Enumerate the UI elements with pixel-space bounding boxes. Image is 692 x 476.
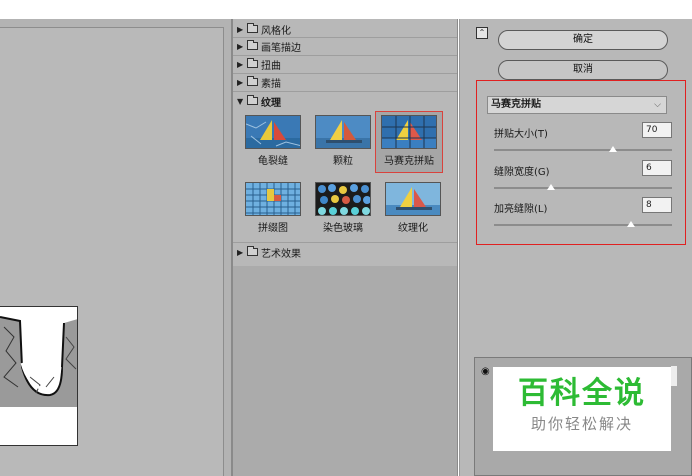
- filter-select-value: 马赛克拼贴: [491, 99, 541, 110]
- folder-icon: [247, 76, 258, 86]
- thumb-image: [315, 115, 371, 149]
- category-label: 素描: [261, 78, 281, 90]
- filter-thumb-patchwork[interactable]: 拼缀图: [239, 182, 307, 234]
- slider-track[interactable]: [494, 187, 672, 189]
- folder-icon: [247, 23, 258, 33]
- param-lighten-grout: 加亮缝隙(L) 8: [494, 197, 674, 227]
- folder-icon: [247, 58, 258, 68]
- collapse-arrow-icon: ▼: [237, 96, 244, 106]
- category-stylize[interactable]: ▶ 风格化: [237, 22, 452, 37]
- scrollbar[interactable]: [671, 366, 677, 386]
- filter-settings-box: 马赛克拼贴 ⌵ 拼贴大小(T) 70 缝隙宽度(G) 6 加亮缝隙(L) 8: [476, 80, 686, 245]
- param-value-input[interactable]: 70: [642, 122, 672, 138]
- preview-image: [0, 306, 78, 446]
- expand-arrow-icon: ▶: [237, 59, 244, 69]
- filter-thumb-craquelure[interactable]: 龟裂缝: [239, 115, 307, 167]
- expand-arrow-icon: ▶: [237, 77, 244, 87]
- watermark: 百科全说 助你轻松解决: [493, 367, 671, 451]
- category-label: 画笔描边: [261, 42, 301, 54]
- thumb-image: [245, 115, 301, 149]
- folder-open-icon: [247, 95, 258, 105]
- filter-gallery: ▶ 风格化 ▶ 画笔描边 ▶ 扭曲 ▶ 素描 ▼ 纹理 龟裂缝 颗粒 马赛克拼贴…: [232, 19, 458, 476]
- filter-thumb-stained-glass[interactable]: 染色玻璃: [309, 182, 377, 234]
- filter-thumb-mosaic-tiles[interactable]: 马赛克拼贴: [375, 111, 443, 173]
- slider-knob[interactable]: [546, 184, 555, 190]
- category-sketch[interactable]: ▶ 素描: [237, 75, 452, 90]
- slider-track[interactable]: [494, 149, 672, 151]
- expand-arrow-icon: ▶: [237, 247, 244, 257]
- expand-arrow-icon: ▶: [237, 41, 244, 51]
- thumb-label: 纹理化: [398, 223, 428, 234]
- chevron-down-icon: ⌵: [654, 100, 661, 110]
- thumb-image: [385, 182, 441, 216]
- divider: [233, 242, 457, 243]
- category-label: 扭曲: [261, 60, 281, 72]
- param-value-input[interactable]: 8: [642, 197, 672, 213]
- folder-icon: [247, 246, 258, 256]
- thumb-image: [381, 115, 437, 149]
- divider: [233, 91, 457, 92]
- cancel-button[interactable]: 取消: [498, 60, 668, 80]
- top-bar: [0, 0, 692, 19]
- watermark-subtitle: 助你轻松解决: [530, 415, 633, 433]
- filter-thumb-texturizer[interactable]: 纹理化: [379, 182, 447, 234]
- ok-button[interactable]: 确定: [498, 30, 668, 50]
- slider-knob[interactable]: [609, 146, 618, 152]
- preview-canvas: [0, 27, 224, 476]
- gallery-empty-area: [233, 266, 457, 476]
- category-artistic[interactable]: ▶ 艺术效果: [237, 245, 452, 260]
- thumb-label: 龟裂缝: [258, 156, 288, 167]
- filter-thumb-grain[interactable]: 颗粒: [309, 115, 377, 167]
- category-texture[interactable]: ▼ 纹理: [237, 94, 452, 109]
- thumb-label: 颗粒: [333, 156, 353, 167]
- thumb-label: 拼缀图: [258, 223, 288, 234]
- mosaic-preview-graphic: [0, 307, 77, 445]
- preview-area[interactable]: [0, 19, 232, 476]
- category-distort[interactable]: ▶ 扭曲: [237, 57, 452, 72]
- param-grout-width: 缝隙宽度(G) 6: [494, 160, 674, 190]
- folder-icon: [247, 40, 258, 50]
- thumb-image: [245, 182, 301, 216]
- eye-icon[interactable]: ◉: [481, 366, 490, 377]
- slider-track[interactable]: [494, 224, 672, 226]
- param-tile-size: 拼贴大小(T) 70: [494, 122, 674, 152]
- watermark-title: 百科全说: [518, 376, 646, 411]
- expand-arrow-icon: ▶: [237, 24, 244, 34]
- filter-select[interactable]: 马赛克拼贴 ⌵: [487, 96, 667, 114]
- thumb-label: 马赛克拼贴: [384, 156, 434, 167]
- collapse-gallery-icon[interactable]: ⌃: [476, 27, 488, 39]
- category-label: 纹理: [261, 97, 281, 109]
- category-label: 风格化: [261, 25, 291, 37]
- param-value-input[interactable]: 6: [642, 160, 672, 176]
- category-label: 艺术效果: [261, 248, 301, 260]
- thumb-label: 染色玻璃: [323, 223, 363, 234]
- slider-knob[interactable]: [627, 221, 636, 227]
- category-brush-strokes[interactable]: ▶ 画笔描边: [237, 39, 452, 54]
- thumb-image: [315, 182, 371, 216]
